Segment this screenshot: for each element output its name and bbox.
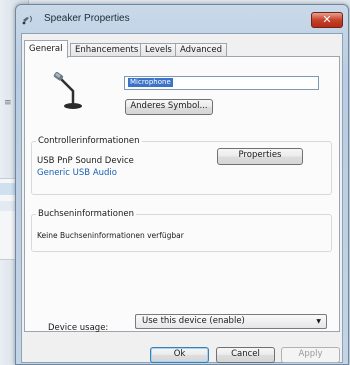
tab-general[interactable]: General (24, 40, 68, 58)
speaker-properties-dialog: Speaker Properties ✕ General Enhancement… (15, 4, 349, 365)
tab-advanced[interactable]: Advanced (175, 43, 227, 57)
device-name-input[interactable]: Microphone (124, 76, 319, 90)
jack-info-heading: Buchseninformationen (36, 209, 136, 219)
close-button[interactable]: ✕ (311, 12, 343, 28)
cancel-button[interactable]: Cancel (216, 347, 275, 363)
close-icon: ✕ (322, 13, 332, 26)
ok-button[interactable]: Ok (150, 347, 209, 363)
device-usage-select[interactable]: Use this device (enable) ▼ (135, 314, 327, 329)
title-bar[interactable]: Speaker Properties ✕ (16, 5, 348, 33)
properties-button[interactable]: Properties (217, 148, 303, 165)
apply-button[interactable]: Apply (281, 347, 340, 363)
device-name-value: Microphone (128, 78, 173, 87)
controller-device-name: USB PnP Sound Device (37, 156, 134, 166)
device-usage-value: Use this device (enable) (142, 316, 245, 326)
device-usage-label: Device usage: (48, 323, 109, 333)
dialog-body: General Enhancements Levels Advanced Mic… (21, 33, 343, 363)
scroll-indicator-icon: ≡ (4, 98, 12, 108)
controller-info-group: Controllerinformationen USB PnP Sound De… (31, 136, 332, 195)
speaker-icon (22, 15, 32, 25)
change-icon-button[interactable]: Anderes Symbol... (125, 99, 213, 115)
microphone-icon (53, 72, 82, 109)
jack-info-group: Buchseninformationen Keine Buchseninform… (31, 209, 332, 252)
tab-levels[interactable]: Levels (140, 43, 177, 57)
window-title: Speaker Properties (44, 13, 130, 24)
jack-info-text: Keine Buchseninformationen verfügbar (37, 231, 184, 240)
chevron-down-icon: ▼ (316, 318, 321, 325)
general-tab-panel: Microphone Anderes Symbol... Controlleri… (24, 56, 340, 332)
tab-enhancements[interactable]: Enhancements (70, 43, 144, 57)
driver-link[interactable]: Generic USB Audio (37, 168, 117, 178)
controller-info-heading: Controllerinformationen (36, 136, 142, 146)
